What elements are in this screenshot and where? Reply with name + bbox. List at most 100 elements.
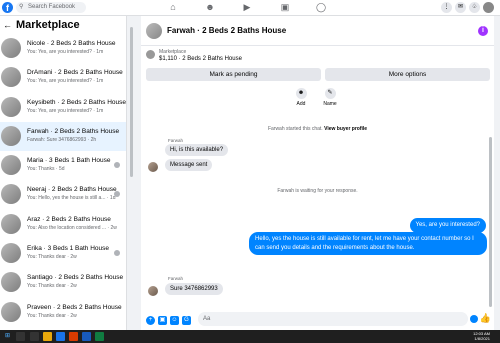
conversation-item[interactable]: Santiago · 2 Beds 2 Baths House You: Than… <box>0 268 126 297</box>
conversation-item[interactable]: Nicole · 2 Beds 2 Baths House You: Yes, a… <box>0 34 126 63</box>
conversation-item[interactable]: Neeraj · 2 Beds 2 Baths House You: Hello,… <box>0 180 126 209</box>
sender-name: Farwah <box>168 276 184 281</box>
conversation-preview: You: Also the location considered ... · … <box>27 224 117 231</box>
avatar <box>1 301 21 322</box>
name-label: Name <box>323 101 337 107</box>
clock[interactable]: 12:03 AM 1/8/2021 <box>473 331 490 341</box>
conversation-preview: You: Yes, are you interested? · 1m <box>27 49 104 55</box>
top-navigation-bar: f ⚲ Search Facebook ⌂ ☻ ▶ ▣ ◯ ⋮ ✉ ♤ <box>0 0 500 16</box>
task-view-icon[interactable] <box>30 332 39 341</box>
avatar <box>1 184 21 205</box>
sender-name: Farwah <box>168 138 184 143</box>
conversation-title: Nicole · 2 Beds 2 Baths House <box>27 40 116 47</box>
more-options-button[interactable]: More options <box>325 68 490 81</box>
like-icon[interactable]: 👍 <box>480 313 491 324</box>
chat-panel: Farwah · 2 Beds 2 Baths House i Marketpl… <box>141 16 494 330</box>
friends-icon[interactable]: ☻ <box>203 1 217 14</box>
account-icon[interactable] <box>483 2 494 13</box>
conversation-title: Maria · 3 Beds 1 Bath House <box>27 157 111 165</box>
system-message-waiting: Farwah is waiting for your response. <box>277 188 358 194</box>
sidebar-scrollbar[interactable] <box>130 27 133 177</box>
message-thread: Farwah started this chat. View buyer pro… <box>141 109 494 309</box>
avatar <box>148 162 158 172</box>
emoji-icon[interactable] <box>470 315 478 323</box>
windows-start-icon[interactable]: ⊞ <box>3 332 12 341</box>
conversation-item[interactable]: Erika · 3 Beds 1 Bath House You: Thanks d… <box>0 239 126 268</box>
conversation-preview: You: Thanks · 5d <box>27 166 65 173</box>
outgoing-message: Hello, yes the house is still available … <box>249 232 487 256</box>
add-person-icon: ☻ <box>295 88 307 99</box>
conversation-item[interactable]: Araz · 2 Beds 2 Baths House You: Also the… <box>0 210 126 239</box>
search-icon[interactable] <box>16 332 25 341</box>
marketplace-icon[interactable]: ▣ <box>278 1 292 14</box>
avatar <box>1 243 21 264</box>
conversation-item[interactable]: Praveen · 2 Beds 2 Baths House You: Thank… <box>0 298 126 327</box>
view-buyer-profile-link[interactable]: View buyer profile <box>324 126 367 132</box>
image-icon[interactable]: ▣ <box>158 315 167 325</box>
avatar <box>1 67 21 88</box>
browser-icon[interactable] <box>56 332 65 341</box>
conversation-preview: You: Yes, are you interested? · 1m <box>27 107 104 114</box>
conversation-title: Keysibeth · 2 Beds 2 Baths House <box>27 98 127 106</box>
conversation-title: Santiago · 2 Beds 2 Baths House <box>27 274 124 282</box>
avatar <box>148 286 158 296</box>
conversation-preview: You: Hello, yes the house is still a... … <box>27 195 116 202</box>
page-title: Marketplace <box>16 19 80 31</box>
sidebar-header: ← Marketplace <box>0 16 126 34</box>
listing-price-title: $1,110 · 2 Beds 2 Baths House <box>159 56 242 62</box>
incoming-message: Hi, is this available? <box>165 144 229 156</box>
avatar <box>1 213 21 234</box>
conversation-preview: You: Thanks dear · 2w <box>27 312 77 319</box>
home-icon[interactable]: ⌂ <box>166 1 180 14</box>
conversation-preview: You: Thanks dear · 2w <box>27 283 77 290</box>
messenger-icon[interactable]: ✉ <box>455 2 466 13</box>
watch-icon[interactable]: ▶ <box>240 1 254 14</box>
conversation-title: Araz · 2 Beds 2 Baths House <box>27 215 111 223</box>
conversation-title: Farwah · 2 Beds 2 Baths House <box>27 127 120 135</box>
avatar <box>1 96 21 117</box>
word-icon[interactable] <box>82 332 91 341</box>
chat-scrollbar[interactable] <box>489 137 492 307</box>
avatar <box>1 155 21 176</box>
conversation-item[interactable]: Maria · 3 Beds 1 Bath House You: Thanks ·… <box>0 151 126 180</box>
conversation-item[interactable]: DrAmani · 2 Beds 2 Baths House You: Yes, … <box>0 63 126 92</box>
sticker-icon[interactable]: ☺ <box>170 315 179 325</box>
excel-icon[interactable] <box>95 332 104 341</box>
avatar <box>1 125 21 146</box>
mark-as-pending-button[interactable]: Mark as pending <box>146 68 321 81</box>
name-shortcut[interactable]: ✎ Name <box>315 88 345 107</box>
system-message-started: Farwah started this chat. View buyer pro… <box>267 126 368 132</box>
pencil-icon: ✎ <box>324 88 336 99</box>
avatar <box>1 272 21 293</box>
avatar <box>1 38 21 58</box>
menu-icon[interactable]: ⋮ <box>441 2 452 13</box>
conversation-preview: Farwah: Sure 3476862993 · 2h <box>27 136 97 143</box>
chat-header: Farwah · 2 Beds 2 Baths House <box>141 16 494 46</box>
plus-icon[interactable]: + <box>146 315 155 325</box>
groups-icon[interactable]: ◯ <box>314 1 328 14</box>
chat-title[interactable]: Farwah · 2 Beds 2 Baths House <box>167 26 286 35</box>
info-icon[interactable]: i <box>478 26 488 36</box>
clock-date: 1/8/2021 <box>474 336 490 341</box>
conversation-preview: You: Thanks dear · 2w <box>27 254 77 261</box>
add-shortcut[interactable]: ☻ Add <box>286 88 316 107</box>
conversation-title: DrAmani · 2 Beds 2 Baths House <box>27 69 123 77</box>
back-arrow-icon[interactable]: ← <box>3 20 12 30</box>
search-input[interactable]: ⚲ Search Facebook <box>16 2 86 13</box>
facebook-logo[interactable]: f <box>2 2 13 13</box>
app-icon[interactable] <box>69 332 78 341</box>
notifications-icon[interactable]: ♤ <box>469 2 480 13</box>
incoming-message: Sure 3476862993 <box>165 283 223 295</box>
gif-icon[interactable]: G <box>182 315 191 325</box>
conversation-item[interactable]: Keysibeth · 2 Beds 2 Baths House You: Yes… <box>0 93 126 122</box>
file-explorer-icon[interactable] <box>43 332 52 341</box>
avatar[interactable] <box>146 22 162 39</box>
conversation-title: Erika · 3 Beds 1 Bath House <box>27 245 110 253</box>
add-label: Add <box>296 101 306 107</box>
conversation-list: Nicole · 2 Beds 2 Baths House You: Yes, a… <box>0 34 126 330</box>
listing-thumbnail <box>146 50 155 59</box>
message-input[interactable]: Aa <box>198 312 468 326</box>
conversation-item[interactable]: Farwah · 2 Beds 2 Baths House Farwah: Sur… <box>0 121 126 152</box>
message-composer: + ▣ ☺ G Aa 👍 <box>141 312 494 328</box>
conversation-preview: You: Yes, are you interested? · 1m <box>27 78 104 85</box>
